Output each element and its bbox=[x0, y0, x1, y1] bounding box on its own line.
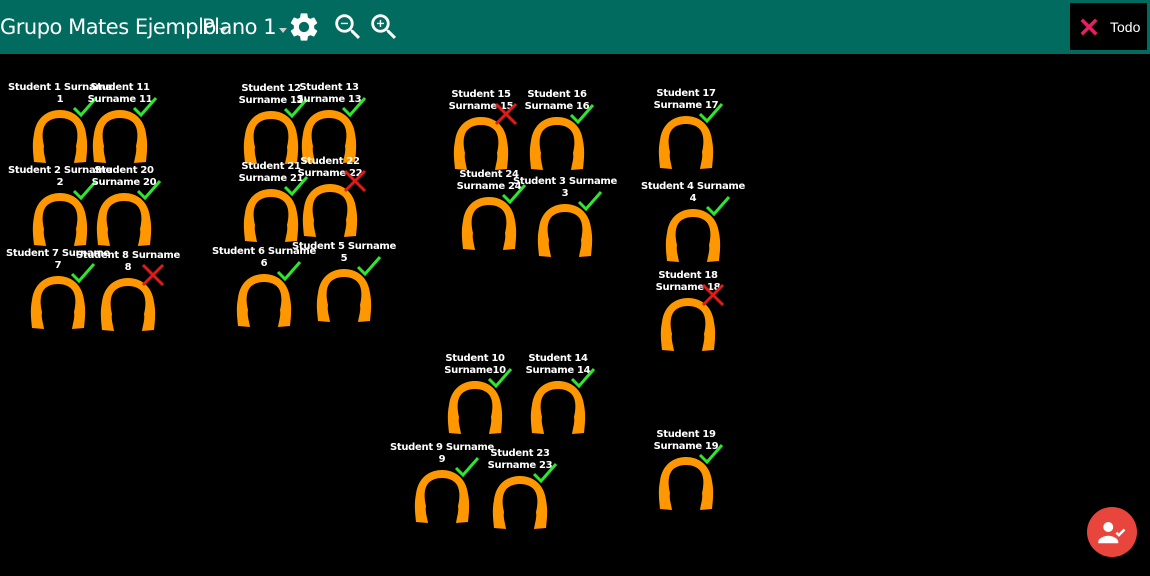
present-check-icon bbox=[341, 97, 367, 118]
student-name-line1: Student 18 bbox=[658, 270, 718, 281]
student-name-line1: Student 22 bbox=[300, 156, 360, 167]
toolbar: Grupo Mates Ejemplo Plano 1 Todo bbox=[0, 0, 1150, 54]
student-name-line1: Student 19 bbox=[656, 429, 716, 440]
gear-icon[interactable] bbox=[287, 10, 321, 44]
student-name-line1: Student 4 Surname bbox=[640, 181, 746, 192]
present-check-icon bbox=[356, 256, 382, 277]
todo-button[interactable]: Todo bbox=[1070, 3, 1147, 50]
person-check-icon bbox=[1098, 522, 1126, 544]
student-name-line1: Student 23 bbox=[490, 448, 550, 459]
student-seat-s19[interactable]: Student 19 Surname 19 bbox=[646, 429, 726, 529]
student-name-line1: Student 17 bbox=[656, 88, 716, 99]
student-seat-s14[interactable]: Student 14 Surname 14 bbox=[518, 353, 598, 453]
student-name-line1: Student 20 bbox=[94, 165, 154, 176]
group-label: Grupo Mates Ejemplo bbox=[0, 15, 216, 39]
student-seat-s17[interactable]: Student 17 Surname 17 bbox=[646, 88, 726, 188]
student-seat-s4[interactable]: Student 4 Surname 4 bbox=[641, 181, 745, 281]
present-check-icon bbox=[136, 180, 162, 201]
student-seat-s23[interactable]: Student 23 Surname 23 bbox=[480, 448, 560, 548]
present-check-icon bbox=[698, 103, 724, 124]
student-name-line1: Student 5 Surname bbox=[291, 241, 397, 252]
group-dropdown[interactable]: Grupo Mates Ejemplo bbox=[0, 0, 227, 54]
attendance-fab-button[interactable] bbox=[1087, 507, 1137, 557]
student-name-line1: Student 14 bbox=[528, 353, 588, 364]
zoom-out-icon[interactable] bbox=[331, 10, 365, 44]
student-seat-s3[interactable]: Student 3 Surname 3 bbox=[513, 176, 617, 276]
present-check-icon bbox=[698, 444, 724, 465]
absent-cross-icon bbox=[141, 263, 165, 287]
absent-cross-icon bbox=[343, 169, 367, 193]
absent-cross-icon bbox=[701, 283, 725, 307]
present-check-icon bbox=[577, 191, 603, 212]
present-check-icon bbox=[705, 196, 731, 217]
plan-label: Plano 1 bbox=[202, 15, 277, 39]
present-check-icon bbox=[132, 97, 158, 118]
student-seat-s10[interactable]: Student 10 Surname10 bbox=[435, 353, 515, 453]
student-seat-s8[interactable]: Student 8 Surname 8 bbox=[76, 250, 180, 350]
present-check-icon bbox=[569, 104, 595, 125]
student-name-line1: Student 13 bbox=[299, 82, 359, 93]
todo-label: Todo bbox=[1110, 18, 1141, 35]
student-seat-s18[interactable]: Student 18 Surname 18 bbox=[648, 270, 728, 370]
present-check-icon bbox=[570, 368, 596, 389]
close-icon bbox=[1080, 18, 1098, 35]
zoom-in-icon[interactable] bbox=[367, 10, 401, 44]
plan-dropdown[interactable]: Plano 1 bbox=[202, 0, 288, 54]
student-name-line1: Student 3 Surname bbox=[512, 176, 618, 187]
chevron-down-icon bbox=[279, 27, 288, 33]
student-name-line1: Student 8 Surname bbox=[75, 250, 181, 261]
student-name-line1: Student 16 bbox=[527, 89, 587, 100]
student-seat-s5[interactable]: Student 5 Surname 5 bbox=[292, 241, 396, 341]
present-check-icon bbox=[532, 463, 558, 484]
student-name-line1: Student 11 bbox=[90, 82, 150, 93]
